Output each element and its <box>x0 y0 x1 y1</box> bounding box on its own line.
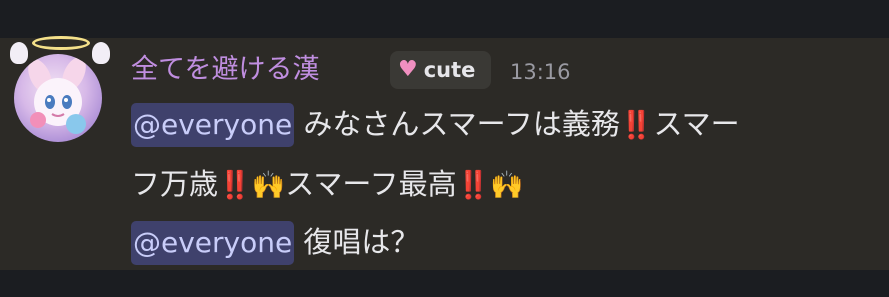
message-text: フ万歳 <box>131 167 219 201</box>
wing-icon <box>10 42 28 64</box>
role-tag[interactable]: ♥ cute <box>390 51 491 89</box>
message-timestamp[interactable]: 13:16 <box>510 60 571 84</box>
message-line-2: フ万歳‼️🙌スマーフ最高‼️🙌 <box>131 162 524 208</box>
double-exclamation-icon: ‼️ <box>619 110 654 141</box>
sylveon-avatar-icon <box>28 57 86 134</box>
message-text: 復唱は？ <box>294 225 420 259</box>
double-exclamation-icon: ‼️ <box>456 170 491 201</box>
avatar-image <box>14 54 102 142</box>
message-text: スマーフ最高 <box>285 167 457 201</box>
wing-icon <box>92 42 110 64</box>
message-text: みなさんスマーフは義務 <box>294 107 620 141</box>
raising-hands-icon: 🙌 <box>251 170 286 201</box>
username[interactable]: 全てを避ける漢 <box>131 50 319 90</box>
avatar[interactable] <box>10 36 110 142</box>
mention-everyone[interactable]: @everyone <box>131 221 295 265</box>
message-line-3: @everyone 復唱は？ <box>131 220 419 265</box>
halo-icon <box>32 36 90 50</box>
raising-hands-icon: 🙌 <box>490 170 524 201</box>
heart-icon: ♥ <box>398 57 418 82</box>
message-text: スマー <box>653 107 740 141</box>
message-line-1: @everyone みなさんスマーフは義務‼️スマー <box>131 102 740 148</box>
chat-message: 全てを避ける漢 ♥ cute 13:16 @everyone みなさんスマーフは… <box>0 36 889 270</box>
role-tag-label: cute <box>423 58 476 82</box>
double-exclamation-icon: ‼️ <box>218 170 252 201</box>
chat-frame: 全てを避ける漢 ♥ cute 13:16 @everyone みなさんスマーフは… <box>0 0 889 297</box>
mention-everyone[interactable]: @everyone <box>131 103 295 147</box>
